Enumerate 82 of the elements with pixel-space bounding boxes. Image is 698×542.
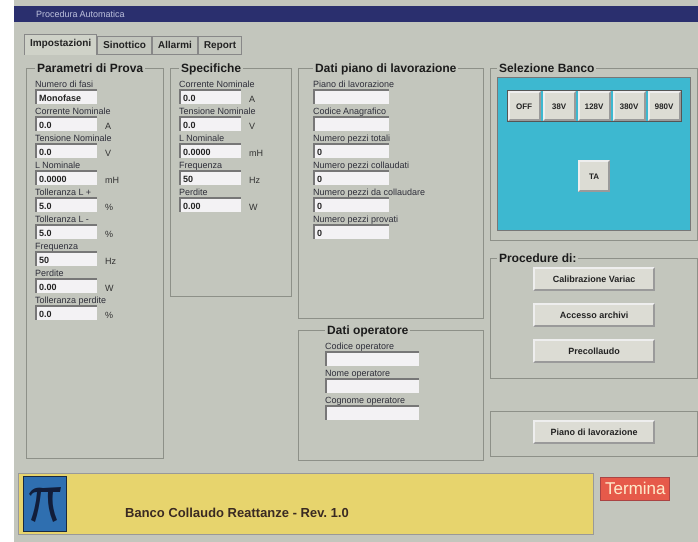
field-label: Nome operatore: [325, 368, 392, 378]
field-label: Codice Anagrafico: [313, 106, 388, 116]
field-label: Numero pezzi da collaudare: [313, 187, 426, 197]
input-field[interactable]: [325, 378, 419, 393]
group-title: Dati piano di lavorazione: [314, 61, 458, 75]
input-field[interactable]: 0.0000: [35, 170, 97, 185]
field-label: Frequenza: [179, 160, 224, 170]
procedure-button[interactable]: Precollaudo: [533, 339, 655, 363]
window-title: Procedura Automatica: [36, 9, 125, 19]
input-field[interactable]: 50: [35, 251, 97, 266]
field-label: L Nominale: [35, 160, 82, 170]
input-field[interactable]: 0.00: [179, 197, 241, 212]
input-field[interactable]: [325, 351, 419, 366]
voltage-button[interactable]: 980V: [648, 91, 680, 121]
ta-button[interactable]: TA: [578, 160, 610, 192]
group-title: Dati operatore: [326, 323, 410, 337]
group-title: Selezione Banco: [498, 61, 596, 75]
input-field[interactable]: 0.0: [179, 89, 241, 104]
input-field[interactable]: 50: [179, 170, 241, 185]
field-label: Numero pezzi collaudati: [313, 160, 410, 170]
input-field[interactable]: Monofase: [35, 89, 97, 104]
input-field[interactable]: 0.0: [35, 143, 97, 158]
input-field[interactable]: 0.00: [35, 278, 97, 293]
field-label: Perdite: [35, 268, 65, 278]
unit-label: W: [249, 202, 258, 212]
input-field[interactable]: 0.0: [179, 116, 241, 131]
field-label: Corrente Nominale: [179, 79, 256, 89]
app-title: Banco Collaudo Reattanze - Rev. 1.0: [125, 504, 349, 520]
field-label: Tensione Nominale: [35, 133, 113, 143]
plan-button[interactable]: Piano di lavorazione: [533, 420, 655, 444]
input-field[interactable]: 0: [313, 197, 389, 212]
voltage-button[interactable]: OFF: [508, 91, 540, 121]
field-label: Piano di lavorazione: [313, 79, 396, 89]
unit-label: Hz: [249, 175, 260, 185]
tab[interactable]: Report: [198, 36, 242, 55]
tab[interactable]: Impostazioni: [24, 34, 98, 55]
input-field[interactable]: 0: [313, 143, 389, 158]
input-field[interactable]: 0: [313, 170, 389, 185]
input-field[interactable]: 5.0: [35, 224, 97, 239]
unit-label: mH: [249, 148, 263, 158]
unit-label: Hz: [105, 256, 116, 266]
field-label: Tensione Nominale: [179, 106, 257, 116]
field-label: Numero pezzi totali: [313, 133, 392, 143]
unit-label: %: [105, 229, 114, 239]
group-title: Parametri di Prova: [36, 61, 144, 75]
field-label: Numero di fasi: [35, 79, 94, 89]
field-label: Codice operatore: [325, 341, 396, 351]
unit-label: A: [249, 94, 256, 104]
tab[interactable]: Sinottico: [97, 36, 152, 55]
unit-label: A: [105, 121, 112, 131]
procedure-button[interactable]: Accesso archivi: [533, 303, 655, 327]
voltage-button[interactable]: 128V: [578, 91, 610, 121]
unit-label: V: [105, 148, 112, 158]
input-field[interactable]: 0.0: [35, 116, 97, 131]
input-field[interactable]: 0: [313, 224, 389, 239]
input-field[interactable]: [313, 89, 389, 104]
field-label: Frequenza: [35, 241, 80, 251]
field-label: Perdite: [179, 187, 209, 197]
voltage-button[interactable]: 380V: [612, 91, 646, 121]
unit-label: mH: [105, 175, 119, 185]
unit-label: %: [105, 202, 114, 212]
tab[interactable]: Allarmi: [152, 36, 198, 55]
pi-logo-icon: [23, 476, 67, 532]
field-label: Tolleranza perdite: [35, 295, 108, 305]
field-label: Cognome operatore: [325, 395, 406, 405]
unit-label: V: [249, 121, 256, 131]
input-field[interactable]: 0.0000: [179, 143, 241, 158]
procedure-button[interactable]: Calibrazione Variac: [533, 267, 655, 291]
unit-label: %: [105, 310, 114, 320]
field-label: Corrente Nominale: [35, 106, 112, 116]
field-label: Tolleranza L +: [35, 187, 92, 197]
field-label: L Nominale: [179, 133, 226, 143]
group-title: Specifiche: [180, 61, 242, 75]
input-field[interactable]: 0.0: [35, 305, 97, 320]
field-label: Numero pezzi provati: [313, 214, 400, 224]
input-field[interactable]: [313, 116, 389, 131]
voltage-button[interactable]: 38V: [542, 91, 576, 121]
field-label: Tolleranza L -: [35, 214, 90, 224]
input-field[interactable]: [325, 405, 419, 420]
group-title: Procedure di:: [498, 251, 578, 265]
unit-label: W: [105, 283, 114, 293]
input-field[interactable]: 5.0: [35, 197, 97, 212]
